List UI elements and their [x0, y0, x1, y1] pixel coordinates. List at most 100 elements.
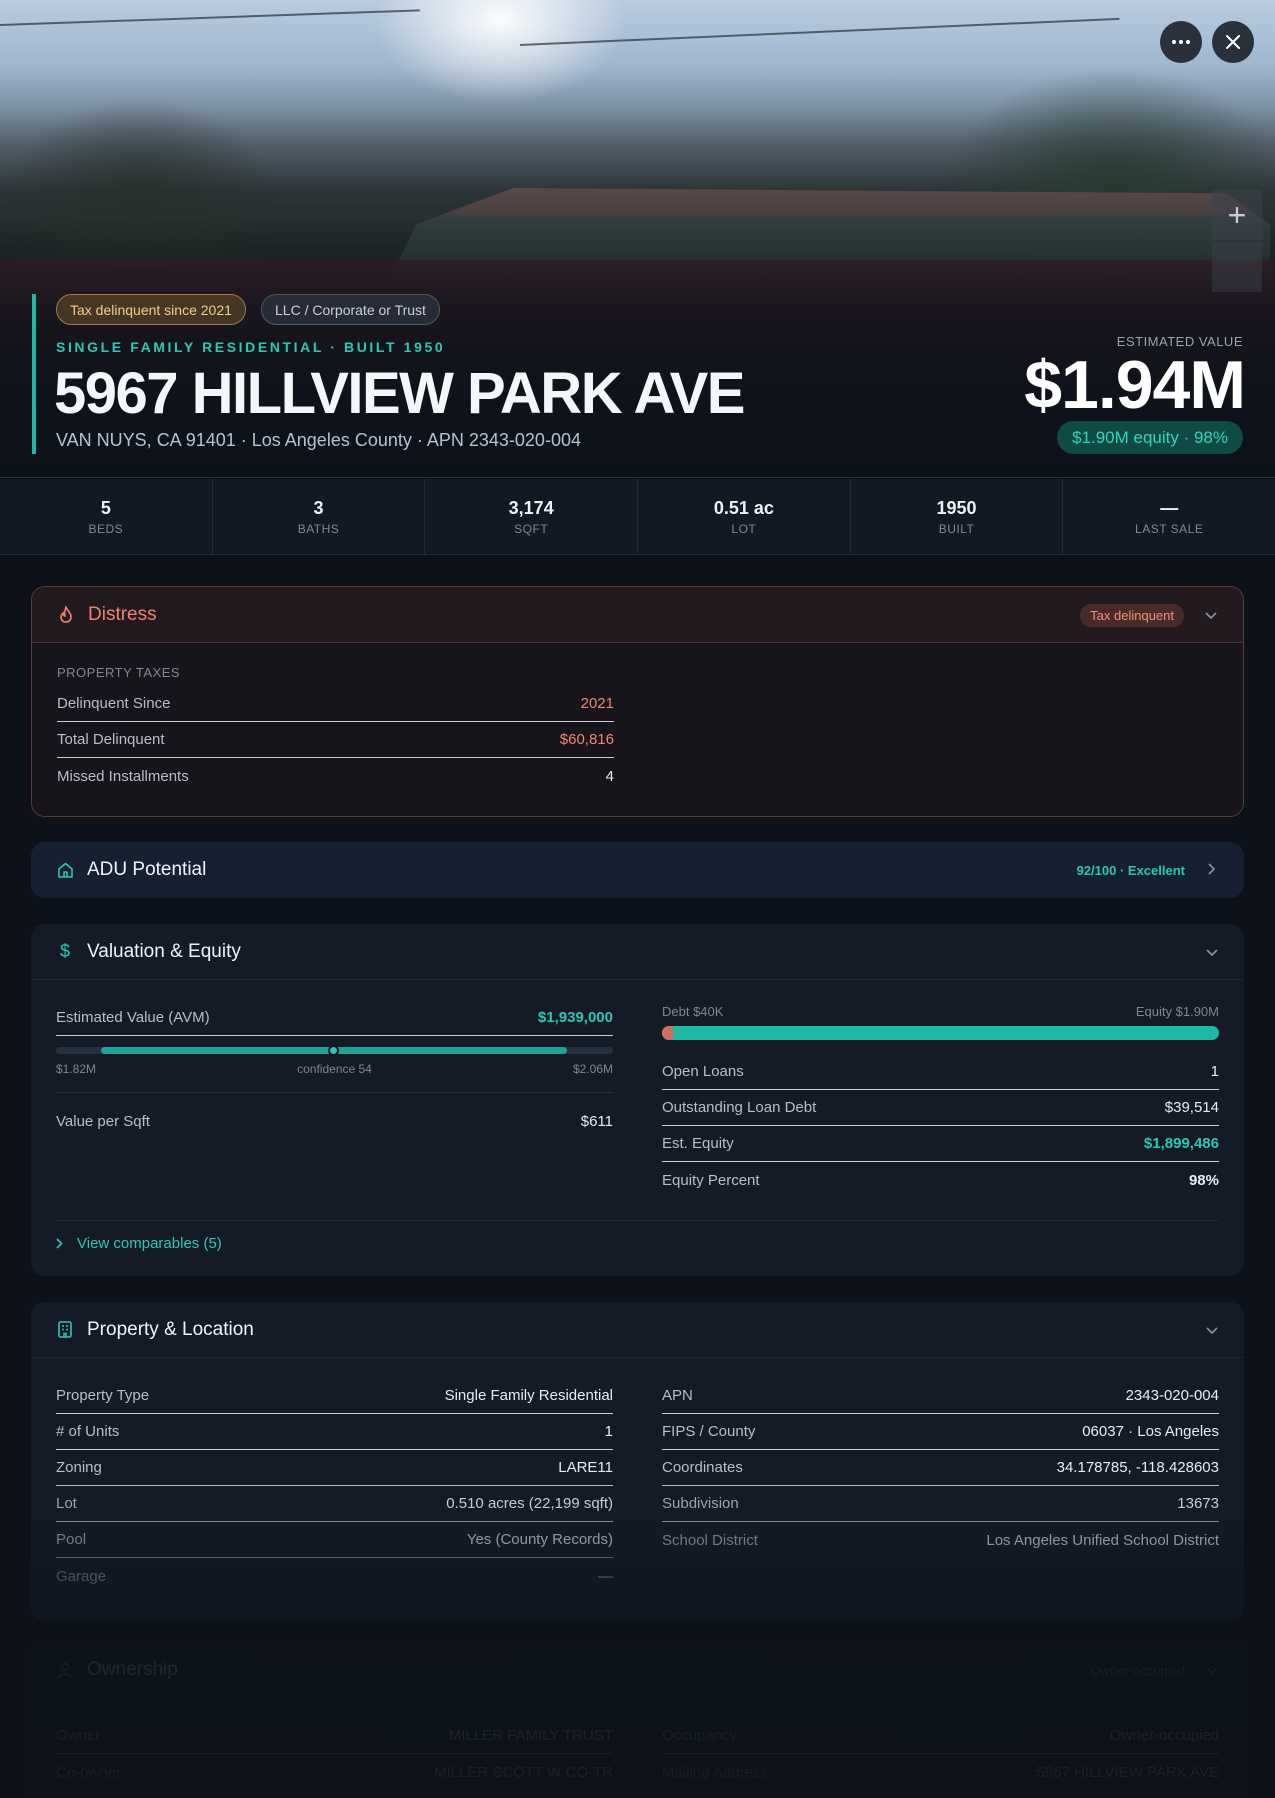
- row-value: Single Family Residential: [444, 1387, 613, 1404]
- row-value: LARE11: [558, 1459, 613, 1476]
- row-value: 2343-020-004: [1125, 1387, 1219, 1404]
- stat-label: BATHS: [297, 522, 340, 536]
- row-label: Estimated Value (AVM): [56, 1009, 210, 1026]
- adu-score: 92/100 · Excellent: [1076, 862, 1185, 878]
- flame-icon: [57, 606, 75, 624]
- confidence-marker: [328, 1045, 339, 1056]
- divider: [56, 1092, 613, 1093]
- row-value: 5967 HILLVIEW PARK AVE: [1036, 1763, 1219, 1781]
- stat-sqft: 3,174 SQFT: [425, 479, 639, 554]
- property-row: Subdivision 13673: [662, 1486, 1219, 1522]
- chevron-down-icon[interactable]: [1204, 607, 1218, 623]
- range-high: $2.06M: [572, 1062, 613, 1076]
- plus-icon: +: [1227, 196, 1247, 233]
- distress-header[interactable]: Distress Tax delinquent: [32, 587, 1243, 643]
- stat-lot: 0.51 ac LOT: [638, 479, 851, 554]
- row-label: Missed Installments: [57, 767, 189, 785]
- row-value: 34.178785, -118.428603: [1056, 1459, 1219, 1476]
- close-icon: [1226, 35, 1240, 49]
- zoom-out-button[interactable]: [1212, 242, 1262, 292]
- row-label: # of Units: [56, 1423, 120, 1440]
- stat-label: LAST SALE: [1135, 522, 1204, 536]
- adu-card[interactable]: ADU Potential 92/100 · Excellent: [31, 842, 1244, 898]
- stat-value: 3,174: [508, 498, 554, 518]
- property-subtitle: SINGLE FAMILY RESIDENTIAL · BUILT 1950: [56, 339, 446, 355]
- debt-fill: [662, 1026, 673, 1040]
- row-label: Property Type: [56, 1387, 150, 1404]
- chevron-down-icon[interactable]: [1205, 944, 1219, 960]
- row-value: 2021: [580, 695, 614, 712]
- distress-card: Distress Tax delinquent PROPERTY TAXES D…: [31, 586, 1244, 817]
- section-label: PROPERTY TAXES: [57, 665, 181, 680]
- row-value: $1,939,000: [537, 1009, 613, 1026]
- stats-bar: 5 BEDS 3 BATHS 3,174 SQFT 0.51 ac LOT 1950 BU…: [0, 479, 1275, 555]
- property-header[interactable]: Property & Location: [31, 1302, 1244, 1358]
- row-label: Coordinates: [662, 1459, 743, 1476]
- stat-label: LOT: [731, 522, 757, 536]
- accent-bar: [32, 294, 36, 454]
- stat-value: —: [1160, 498, 1179, 518]
- stat-value: 0.51 ac: [713, 498, 774, 518]
- row-label: APN: [662, 1387, 693, 1404]
- stat-label: SQFT: [514, 522, 549, 536]
- stat-built: 1950 BUILT: [851, 479, 1064, 554]
- row-label: Outstanding Loan Debt: [662, 1099, 817, 1116]
- view-comparables-link[interactable]: View comparables (5): [56, 1235, 222, 1252]
- equity-label: Equity $1.90M: [1135, 1004, 1219, 1019]
- property-row: School District Los Angeles Unified Schoo…: [662, 1522, 1219, 1558]
- adu-title: ADU Potential: [87, 859, 207, 880]
- more-button[interactable]: [1160, 21, 1202, 63]
- close-button[interactable]: [1212, 21, 1254, 63]
- row-label: Lot: [56, 1495, 77, 1512]
- row-label: Open Loans: [662, 1063, 744, 1080]
- chevron-right-icon[interactable]: [1205, 862, 1219, 878]
- distress-title: Distress: [88, 603, 157, 625]
- avm-row: Estimated Value (AVM) $1,939,000: [56, 1000, 613, 1036]
- owner-occupied-badge: Owner-occupied: [1090, 1662, 1185, 1678]
- property-location-card: Property & Location Property Type Single …: [31, 1302, 1244, 1620]
- row-value: 1: [1210, 1063, 1219, 1080]
- row-value: 0.510 acres (22,199 sqft): [446, 1495, 613, 1512]
- tax-row: Missed Installments 4: [57, 758, 614, 794]
- property-row: Garage —: [56, 1558, 613, 1594]
- stat-value: 3: [313, 498, 324, 518]
- row-value: 06037 · Los Angeles: [1082, 1423, 1219, 1440]
- row-value: Yes (County Records): [466, 1531, 613, 1548]
- stat-value: 1950: [936, 498, 977, 518]
- valuation-header[interactable]: $ Valuation & Equity: [31, 924, 1244, 980]
- property-title: 5967 HILLVIEW PARK AVE: [54, 361, 746, 426]
- llc-badge: LLC / Corporate or Trust: [261, 294, 440, 325]
- ownership-title: Ownership: [87, 1659, 178, 1680]
- row-value: 13673: [1177, 1495, 1219, 1512]
- property-row: Zoning LARE11: [56, 1450, 613, 1486]
- debt-equity-bar: [662, 1026, 1219, 1040]
- stat-value: 5: [100, 498, 111, 518]
- value-per-sqft-row: Value per Sqft $611: [56, 1103, 613, 1139]
- stat-baths: 3 BATHS: [213, 479, 426, 554]
- row-label: Co-owner: [56, 1763, 122, 1781]
- divider: [56, 1220, 1219, 1221]
- view-comparables-label: View comparables (5): [77, 1235, 222, 1252]
- property-left-rows: Property Type Single Family Residential #…: [56, 1378, 613, 1594]
- ownership-header[interactable]: Ownership Owner-occupied: [31, 1642, 1244, 1698]
- row-label: Subdivision: [662, 1495, 739, 1512]
- chevron-down-icon[interactable]: [1205, 1322, 1219, 1338]
- property-address: VAN NUYS, CA 91401 · Los Angeles County …: [56, 430, 581, 450]
- property-row: APN 2343-020-004: [662, 1378, 1219, 1414]
- tax-delinquent-badge: Tax delinquent since 2021: [56, 294, 246, 325]
- row-label: Equity Percent: [662, 1171, 760, 1189]
- chevron-down-icon[interactable]: [1205, 1662, 1219, 1678]
- property-row: # of Units 1: [56, 1414, 613, 1450]
- row-value: 1: [604, 1423, 613, 1440]
- zoom-in-button[interactable]: +: [1212, 190, 1262, 240]
- row-label: Zoning: [56, 1459, 102, 1476]
- property-row: Lot 0.510 acres (22,199 sqft): [56, 1486, 613, 1522]
- row-label: FIPS / County: [662, 1423, 756, 1440]
- home-icon: [56, 861, 74, 879]
- hero-image: + Tax delinquent since 2021 LLC / Corpor…: [0, 0, 1275, 478]
- equity-pill: $1.90M equity · 98%: [1057, 421, 1243, 454]
- row-label: Mailing Address: [662, 1763, 768, 1781]
- adu-header[interactable]: ADU Potential 92/100 · Excellent: [31, 842, 1244, 898]
- row-label: School District: [662, 1531, 758, 1549]
- row-value: MILLER SCOTT W CO-TR: [434, 1763, 613, 1781]
